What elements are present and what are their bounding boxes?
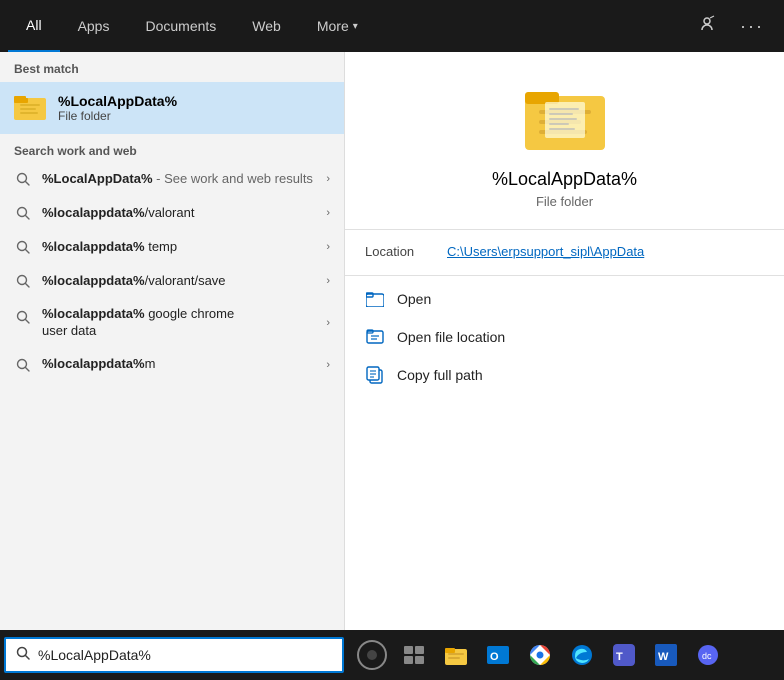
search-item-text-0: %LocalAppData% - See work and web result…	[42, 171, 316, 188]
nav-tabs: All Apps Documents Web More ▾	[8, 0, 376, 52]
word-button[interactable]: W	[646, 635, 686, 675]
search-item-text-4: %localappdata% google chromeuser data	[42, 306, 316, 340]
open-folder-icon	[365, 289, 385, 309]
file-explorer-button[interactable]	[436, 635, 476, 675]
chevron-right-icon-3: ›	[326, 275, 330, 287]
chrome-icon	[529, 644, 551, 666]
main-area: Best match %LocalAppData% File folder Se…	[0, 52, 784, 630]
left-panel: Best match %LocalAppData% File folder Se…	[0, 52, 344, 630]
task-view-button[interactable]	[394, 635, 434, 675]
chevron-right-icon-2: ›	[326, 241, 330, 253]
tab-documents-label: Documents	[145, 18, 216, 34]
best-match-text-block: %LocalAppData% File folder	[58, 93, 177, 123]
taskbar: %LocalAppData% O	[0, 630, 784, 680]
edge-icon	[571, 644, 593, 666]
taskbar-search-text: %LocalAppData%	[38, 647, 151, 663]
taskbar-search-icon	[16, 646, 30, 664]
chevron-down-icon: ▾	[353, 21, 358, 32]
chevron-right-icon-0: ›	[326, 173, 330, 185]
cortana-button[interactable]	[352, 635, 392, 675]
tab-apps[interactable]: Apps	[60, 0, 128, 52]
svg-text:dc: dc	[702, 651, 712, 661]
tab-all[interactable]: All	[8, 0, 60, 52]
ellipsis-icon: ···	[740, 16, 764, 36]
word-icon: W	[655, 644, 677, 666]
open-action-label: Open	[397, 291, 431, 307]
tab-all-label: All	[26, 17, 42, 33]
cortana-icon	[356, 639, 388, 671]
right-panel: %LocalAppData% File folder Location C:\U…	[344, 52, 784, 630]
search-icon-2	[14, 238, 32, 256]
chevron-right-icon-5: ›	[326, 359, 330, 371]
tab-more-label: More	[317, 18, 349, 34]
tab-apps-label: Apps	[78, 18, 110, 34]
discord-icon: dc	[697, 644, 719, 666]
search-item-text-2: %localappdata% temp	[42, 239, 316, 256]
task-view-icon	[404, 646, 424, 664]
ellipsis-button[interactable]: ···	[736, 12, 768, 41]
divider-top	[345, 229, 784, 230]
tab-web[interactable]: Web	[234, 0, 299, 52]
open-file-location-icon	[365, 327, 385, 347]
chevron-right-icon-1: ›	[326, 207, 330, 219]
edge-button[interactable]	[562, 635, 602, 675]
divider-actions	[345, 275, 784, 276]
search-work-web-label: Search work and web	[0, 134, 344, 162]
outlook-button[interactable]: O	[478, 635, 518, 675]
search-icon-5	[14, 356, 32, 374]
search-icon-0	[14, 170, 32, 188]
nav-right-icons: ···	[694, 11, 776, 42]
search-item-1[interactable]: %localappdata%/valorant ›	[0, 196, 344, 230]
result-folder-icon	[525, 82, 605, 155]
discord-button[interactable]: dc	[688, 635, 728, 675]
outlook-icon: O	[487, 644, 509, 666]
location-path[interactable]: C:\Users\erpsupport_sipl\AppData	[447, 244, 644, 259]
top-navigation: All Apps Documents Web More ▾ ···	[0, 0, 784, 52]
result-subtitle: File folder	[536, 194, 593, 209]
tab-documents[interactable]: Documents	[127, 0, 234, 52]
search-icon-3	[14, 272, 32, 290]
result-title: %LocalAppData%	[492, 169, 637, 190]
open-file-location-action[interactable]: Open file location	[345, 318, 784, 356]
copy-full-path-label: Copy full path	[397, 367, 483, 383]
search-item-text-3: %localappdata%/valorant/save	[42, 273, 316, 290]
teams-button[interactable]: T	[604, 635, 644, 675]
search-item-3[interactable]: %localappdata%/valorant/save ›	[0, 264, 344, 298]
search-item-5[interactable]: %localappdata%m ›	[0, 348, 344, 382]
open-file-location-label: Open file location	[397, 329, 505, 345]
svg-text:W: W	[658, 651, 669, 663]
copy-icon	[365, 365, 385, 385]
tab-more[interactable]: More ▾	[299, 0, 376, 52]
open-action[interactable]: Open	[345, 280, 784, 318]
search-icon-1	[14, 204, 32, 222]
best-match-subtitle: File folder	[58, 109, 177, 123]
chevron-right-icon-4: ›	[326, 317, 330, 329]
search-item-text-1: %localappdata%/valorant	[42, 205, 316, 222]
taskbar-search-box[interactable]: %LocalAppData%	[4, 637, 344, 673]
teams-icon: T	[613, 644, 635, 666]
best-match-title: %LocalAppData%	[58, 93, 177, 109]
svg-text:O: O	[490, 651, 499, 663]
search-icon-4	[14, 308, 32, 326]
search-item-text-5: %localappdata%m	[42, 356, 316, 373]
location-label: Location	[365, 244, 435, 259]
best-match-item[interactable]: %LocalAppData% File folder	[0, 82, 344, 134]
user-icon	[698, 15, 716, 33]
user-icon-button[interactable]	[694, 11, 720, 42]
folder-icon	[14, 92, 46, 124]
tab-web-label: Web	[252, 18, 281, 34]
chrome-button[interactable]	[520, 635, 560, 675]
search-item-2[interactable]: %localappdata% temp ›	[0, 230, 344, 264]
copy-full-path-action[interactable]: Copy full path	[345, 356, 784, 394]
best-match-label: Best match	[0, 52, 344, 82]
search-item-0[interactable]: %LocalAppData% - See work and web result…	[0, 162, 344, 196]
location-row: Location C:\Users\erpsupport_sipl\AppDat…	[345, 244, 784, 275]
search-item-4[interactable]: %localappdata% google chromeuser data ›	[0, 298, 344, 348]
svg-text:T: T	[616, 651, 623, 663]
file-explorer-icon	[445, 645, 467, 665]
